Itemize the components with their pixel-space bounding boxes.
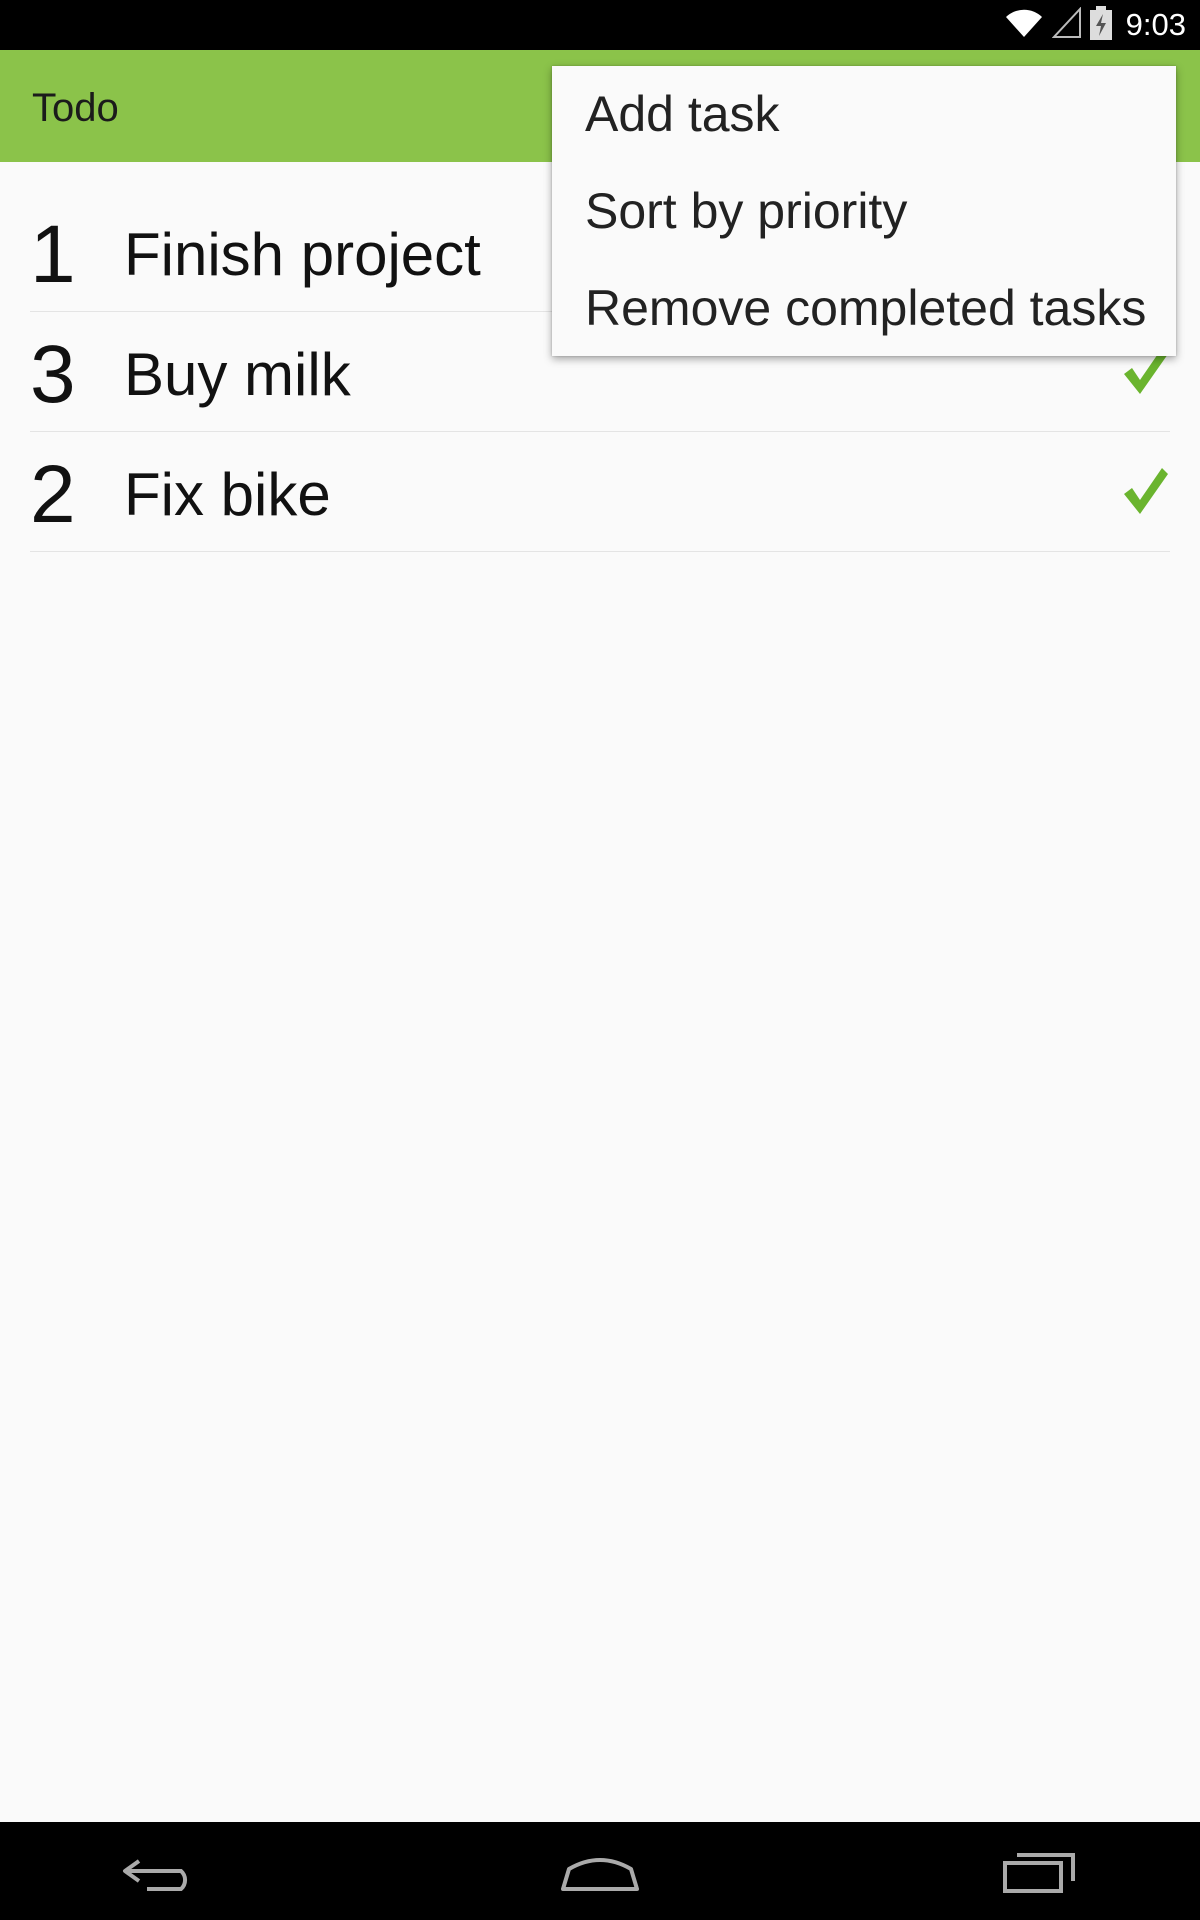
task-title: Fix bike <box>124 461 331 528</box>
back-icon[interactable] <box>117 1841 207 1901</box>
menu-item-remove-completed[interactable]: Remove completed tasks <box>585 263 1146 353</box>
wifi-icon <box>1004 7 1044 44</box>
status-bar: 9:03 <box>0 0 1200 50</box>
screen: 9:03 Todo 1 Finish project 3 Buy milk 2 … <box>0 0 1200 1920</box>
task-row[interactable]: 2 Fix bike <box>30 432 1170 552</box>
task-priority: 3 <box>30 329 76 420</box>
home-icon[interactable] <box>555 1841 645 1901</box>
task-priority: 2 <box>30 449 76 540</box>
menu-item-add-task[interactable]: Add task <box>585 69 780 159</box>
recents-icon[interactable] <box>995 1841 1085 1901</box>
overflow-menu: Add task Sort by priority Remove complet… <box>552 66 1176 356</box>
app-title: Todo <box>32 86 119 130</box>
task-title: Buy milk <box>124 341 351 408</box>
task-title: Finish project <box>124 221 481 288</box>
status-time: 9:03 <box>1125 7 1186 42</box>
nav-bar <box>0 1822 1200 1920</box>
checkmark-icon[interactable] <box>1120 462 1170 518</box>
task-priority: 1 <box>30 209 76 300</box>
battery-charging-icon <box>1089 5 1112 45</box>
status-icons: 9:03 <box>1004 0 1186 50</box>
menu-item-sort-by-priority[interactable]: Sort by priority <box>585 166 907 256</box>
cell-signal-icon <box>1051 5 1082 44</box>
